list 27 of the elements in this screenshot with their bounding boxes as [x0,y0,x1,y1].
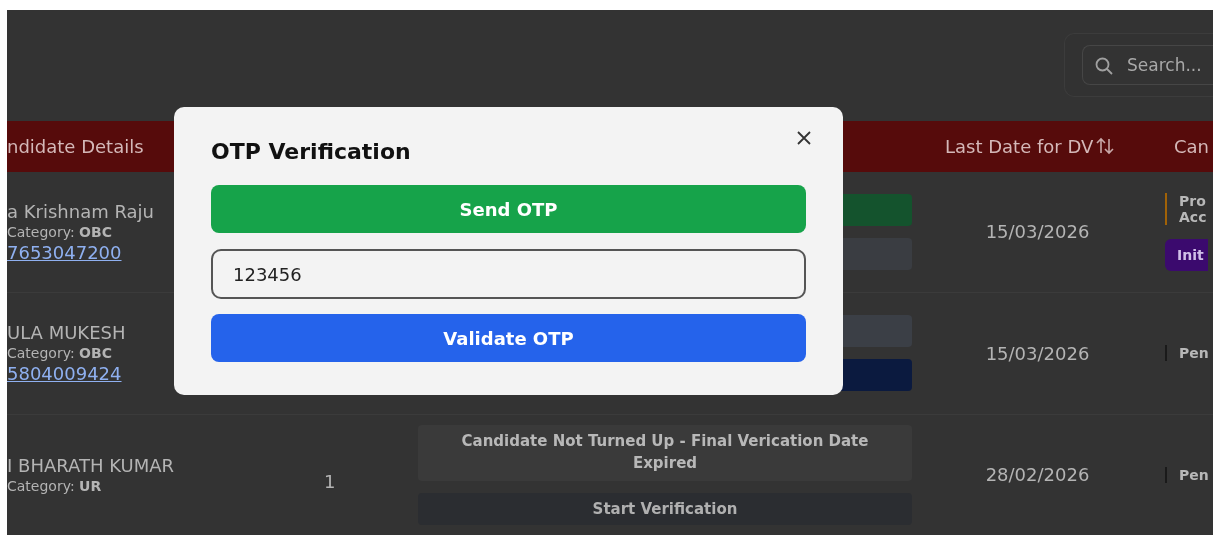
date-text: 28/02/2026 [985,464,1090,486]
column-header[interactable]: Last Date for DV [945,135,1094,157]
column-header[interactable]: Can [1174,135,1209,157]
category-text: Category: OBC [7,223,113,240]
category-text: Category: UR [7,478,103,495]
candidate-name: ULA MUKESH [7,322,127,344]
close-icon [797,131,811,145]
status-button[interactable]: Init [1165,238,1208,271]
candidate-name: I BHARATH KUMAR [7,455,176,477]
date-text: 15/03/2026 [985,342,1090,364]
status-label: Pen [1165,345,1209,362]
search-field[interactable]: Search... [1082,45,1213,85]
date-text: 15/03/2026 [985,221,1090,243]
validate-otp-button[interactable]: Validate OTP [211,314,806,362]
candidate-name: a Krishnam Raju [7,200,155,222]
action-button[interactable]: Start Verification [418,492,912,525]
status-note: Candidate Not Turned Up - Final Verication Date Expired [418,425,912,481]
status-label: Pro Acc [1165,192,1207,225]
search-icon [1094,56,1114,76]
close-button[interactable] [795,129,813,147]
column-header[interactable]: ndidate Details [7,135,144,157]
otp-field[interactable]: 123456 [211,249,806,299]
sort-icon[interactable] [1095,137,1116,156]
category-text: Category: OBC [7,345,113,362]
dialog-title: OTP Verification [211,139,411,164]
count-text: 1 [324,471,337,493]
status-label: Pen [1165,466,1209,483]
